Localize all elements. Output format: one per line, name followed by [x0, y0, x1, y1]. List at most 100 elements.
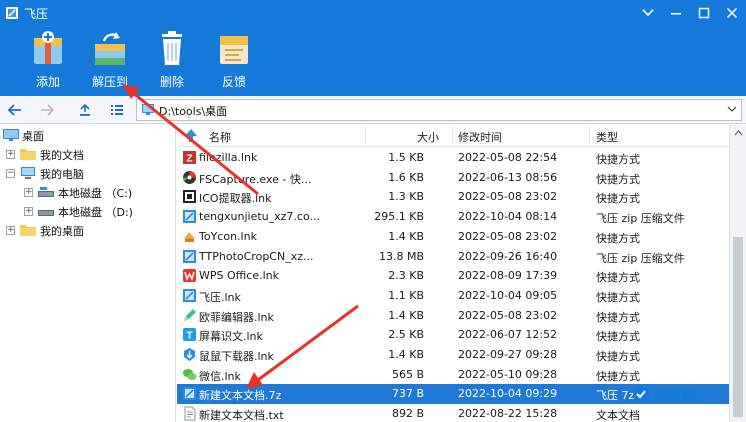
- file-row[interactable]: tengxunjietu_xz7.co... 295.1 KB 2022-10-04…: [177, 207, 729, 227]
- computer-icon: [21, 167, 35, 179]
- file-name: ToYcon.lnk: [199, 229, 257, 243]
- file-name: 新建文本文档.txt: [199, 409, 284, 422]
- close-button[interactable]: [718, 0, 746, 26]
- text-file-icon: [184, 406, 196, 421]
- file-row[interactable]: FSCapture.exe - 快... 1.6 KB 2022-06-13 08:…: [177, 168, 729, 188]
- file-modified: 2022-05-08 23:02: [458, 229, 558, 243]
- file-type: 快捷方式: [596, 290, 640, 304]
- file-size: 1.3 KB: [388, 190, 424, 204]
- folder-up-icon: [80, 103, 90, 116]
- minimize-button[interactable]: [662, 0, 690, 26]
- tree-item-label: 桌面: [22, 130, 44, 143]
- address-bar[interactable]: D:\tools\桌面: [136, 99, 742, 121]
- window-title: 飞压: [24, 7, 49, 21]
- tree-item-my-desktop[interactable]: + 我的桌面: [0, 221, 176, 240]
- file-row[interactable]: ICO提取器.lnk 1.3 KB 2022-05-08 23:02 快捷方式: [177, 187, 729, 207]
- folder-tree: 桌面 + 我的文档 − 我的电脑 + 本地磁盘 （C:) + 本地磁盘 （D:)…: [0, 125, 176, 422]
- expand-icon[interactable]: +: [6, 150, 15, 159]
- file-type: 快捷方式: [596, 330, 640, 344]
- extract-to-button[interactable]: 解压到: [84, 30, 136, 90]
- file-name: 飞压.lnk: [199, 290, 241, 304]
- file-row[interactable]: 飞压.lnk 1.1 KB 2022-10-04 09:05 快捷方式: [177, 286, 729, 306]
- file-row[interactable]: TTPhotoCropCN_xz... 13.8 MB 2022-09-26 16:…: [177, 247, 729, 267]
- expand-icon[interactable]: +: [6, 226, 15, 235]
- feedback-icon: [220, 36, 248, 64]
- file-name: 屏幕识文.lnk: [199, 330, 263, 344]
- watermark-logo-icon: [633, 386, 649, 402]
- parent-folder-icon[interactable]: [183, 128, 199, 143]
- drive-icon: [38, 210, 54, 216]
- file-name: 鼠鼠下载器.lnk: [199, 350, 274, 363]
- watermark-text: 千篇网: [652, 389, 694, 405]
- file-size: 1.4 KB: [388, 229, 424, 243]
- file-size: 1.1 KB: [388, 288, 424, 302]
- file-name: TTPhotoCropCN_xz...: [199, 249, 314, 263]
- tree-item-label: 本地磁盘 （C:): [58, 187, 133, 200]
- column-header-name[interactable]: 名称: [209, 129, 231, 145]
- file-type: 文本文档: [596, 409, 640, 422]
- back-button[interactable]: [4, 100, 26, 120]
- tree-item-my-documents[interactable]: + 我的文档: [0, 145, 176, 164]
- column-header-size[interactable]: 大小: [417, 129, 439, 145]
- menu-dropdown-button[interactable]: [634, 0, 662, 26]
- chevron-down-icon[interactable]: [727, 104, 737, 114]
- file-list-header: 名称 大小 修改时间 类型: [177, 125, 729, 147]
- file-type: 快捷方式: [596, 369, 640, 383]
- extract-icon: [95, 32, 125, 65]
- vertical-scrollbar[interactable]: [729, 125, 746, 422]
- title-bar: 飞压: [0, 0, 746, 26]
- file-modified: 2022-09-26 16:40: [458, 249, 558, 263]
- file-row[interactable]: 新建文本文档.txt 892 B 2022-08-22 15:28 文本文档: [177, 404, 729, 422]
- file-size: 2.5 KB: [388, 328, 424, 342]
- scrollbar-thumb[interactable]: [733, 237, 743, 417]
- file-modified: 2022-06-07 12:52: [458, 328, 558, 342]
- arrow-right-icon: [41, 104, 54, 116]
- tree-item-desktop[interactable]: 桌面: [0, 126, 176, 145]
- up-level-button[interactable]: [74, 100, 96, 120]
- desktop-icon: [3, 129, 19, 141]
- file-modified: 2022-08-22 15:28: [458, 407, 558, 421]
- column-header-type[interactable]: 类型: [596, 129, 618, 145]
- editor-icon: [184, 308, 196, 321]
- add-button[interactable]: 添加: [22, 30, 74, 90]
- file-name: 微信.lnk: [199, 369, 241, 383]
- file-type: 快捷方式: [596, 192, 640, 206]
- file-row[interactable]: Zfilezilla.lnk 1.5 KB 2022-05-08 22:54 快捷方式: [177, 148, 729, 168]
- delete-button[interactable]: 删除: [146, 30, 198, 90]
- file-modified: 2022-05-08 23:02: [458, 190, 558, 204]
- file-modified: 2022-10-04 09:05: [458, 288, 558, 302]
- file-size: 1.5 KB: [388, 151, 424, 164]
- file-type: 快捷方式: [596, 231, 640, 245]
- file-row[interactable]: 欧菲编辑器.lnk 1.4 KB 2022-05-08 23:02 快捷方式: [177, 306, 729, 326]
- forward-button[interactable]: [36, 100, 58, 120]
- maximize-icon: [698, 7, 710, 19]
- column-header-modified[interactable]: 修改时间: [458, 129, 502, 145]
- file-row[interactable]: 微信.lnk 565 B 2022-05-10 09:28 快捷方式: [177, 365, 729, 385]
- file-size: 737 B: [391, 387, 424, 401]
- file-modified: 2022-10-04 08:14: [458, 210, 558, 224]
- chevron-up-icon[interactable]: [734, 130, 743, 136]
- chevron-down-icon: [642, 9, 654, 17]
- file-row[interactable]: ToYcon.lnk 1.4 KB 2022-05-08 23:02 快捷方式: [177, 227, 729, 247]
- file-row[interactable]: T 屏幕识文.lnk 2.5 KB 2022-06-07 12:52 快捷方式: [177, 325, 729, 345]
- file-modified: 2022-10-04 09:29: [458, 387, 558, 401]
- file-list: 名称 大小 修改时间 类型 Zfilezilla.lnk 1.5 KB 2022-0…: [177, 125, 746, 422]
- file-type: 飞压 zip 压缩文件: [596, 212, 685, 226]
- file-type: 快捷方式: [596, 310, 640, 324]
- expand-icon[interactable]: +: [24, 207, 33, 216]
- collapse-icon[interactable]: −: [6, 169, 15, 178]
- maximize-button[interactable]: [690, 0, 718, 26]
- feedback-button-label: 反馈: [221, 75, 246, 89]
- navigation-bar: D:\tools\桌面: [0, 96, 746, 124]
- expand-icon[interactable]: +: [24, 188, 33, 197]
- feedback-button[interactable]: 反馈: [208, 30, 260, 90]
- file-row[interactable]: 鼠鼠下载器.lnk 1.4 KB 2022-09-27 09:28 快捷方式: [177, 345, 729, 365]
- feiya-icon: [183, 288, 196, 302]
- tree-item-drive-d[interactable]: + 本地磁盘 （D:): [0, 202, 176, 221]
- svg-text:T: T: [186, 331, 192, 342]
- ico-extractor-icon: [183, 190, 196, 204]
- tree-item-drive-c[interactable]: + 本地磁盘 （C:): [0, 183, 176, 202]
- view-list-button[interactable]: [106, 100, 128, 120]
- file-row[interactable]: WPS Office.lnk 2.3 KB 2022-08-09 17:39 快捷方式: [177, 266, 729, 286]
- tree-item-my-computer[interactable]: − 我的电脑: [0, 164, 176, 183]
